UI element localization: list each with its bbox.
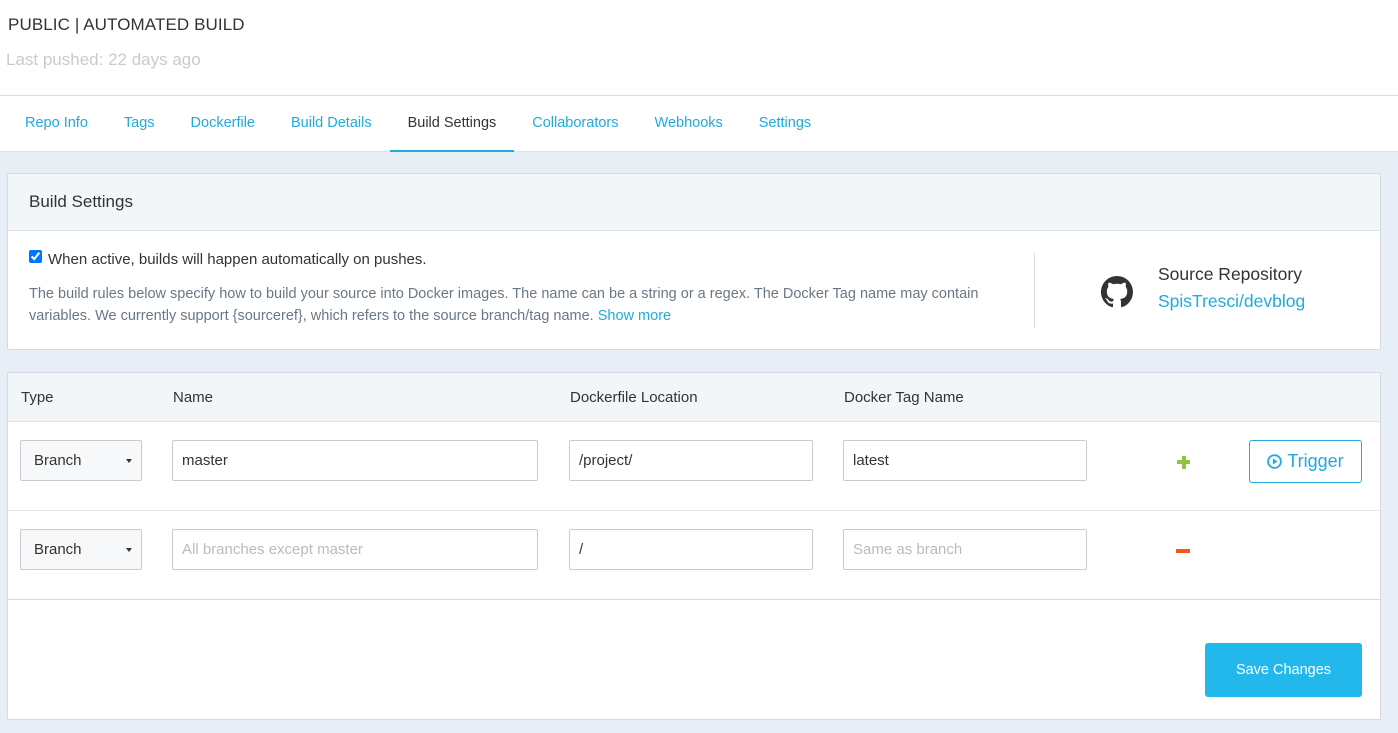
name-input[interactable] [172,529,538,570]
header-name: Name [173,389,214,406]
description-text: The build rules below specify how to bui… [29,286,979,324]
github-icon [1101,276,1133,308]
type-select-value: Branch [34,452,82,469]
repo-header: PUBLIC | AUTOMATED BUILD Last pushed: 22… [0,0,1398,96]
caret-down-icon [126,548,132,552]
source-repository-label: Source Repository [1158,264,1302,284]
tab-build-details[interactable]: Build Details [273,96,390,152]
trigger-label: Trigger [1287,451,1344,471]
tab-repo-info[interactable]: Repo Info [7,96,106,152]
table-row: Branch Trigger [8,422,1380,511]
tab-build-settings[interactable]: Build Settings [389,96,515,152]
docker-tag-input[interactable] [843,440,1087,481]
tab-webhooks[interactable]: Webhooks [637,96,741,152]
table-row: Branch [8,511,1380,600]
save-changes-button[interactable]: Save Changes [1205,643,1362,697]
header-type: Type [21,389,54,406]
dockerfile-location-input[interactable] [569,440,813,481]
type-select[interactable]: Branch [20,529,142,570]
caret-down-icon [126,459,132,463]
dockerfile-location-input[interactable] [569,529,813,570]
add-rule-icon[interactable] [1174,452,1194,472]
tab-settings[interactable]: Settings [741,96,829,152]
docker-tag-input[interactable] [843,529,1087,570]
type-select-value: Branch [34,541,82,558]
name-input[interactable] [172,440,538,481]
header-docker-tag-name: Docker Tag Name [844,389,964,406]
show-more-link[interactable]: Show more [598,308,671,324]
last-pushed: Last pushed: 22 days ago [6,50,201,69]
play-circle-icon [1267,454,1283,469]
auto-build-checkbox[interactable] [29,250,42,263]
panel-title: Build Settings [8,174,1380,231]
tab-bar: Repo Info Tags Dockerfile Build Details … [0,96,1398,152]
trigger-button[interactable]: Trigger [1249,440,1362,483]
vertical-divider [1034,253,1035,328]
auto-build-label: When active, builds will happen automati… [48,251,427,268]
source-repository-link[interactable]: SpisTresci/devblog [1158,291,1305,312]
tab-collaborators[interactable]: Collaborators [514,96,636,152]
build-rules-description: The build rules below specify how to bui… [29,283,1019,327]
auto-build-option: When active, builds will happen automati… [29,250,427,268]
repo-meta: PUBLIC | AUTOMATED BUILD [8,15,245,34]
build-rules-panel: Type Name Dockerfile Location Docker Tag… [7,372,1381,720]
build-settings-panel: Build Settings When active, builds will … [7,173,1381,350]
remove-rule-icon[interactable] [1176,549,1190,553]
header-dockerfile-location: Dockerfile Location [570,389,698,406]
tab-dockerfile[interactable]: Dockerfile [173,96,273,152]
type-select[interactable]: Branch [20,440,142,481]
tab-tags[interactable]: Tags [106,96,173,152]
table-header: Type Name Dockerfile Location Docker Tag… [8,373,1380,422]
